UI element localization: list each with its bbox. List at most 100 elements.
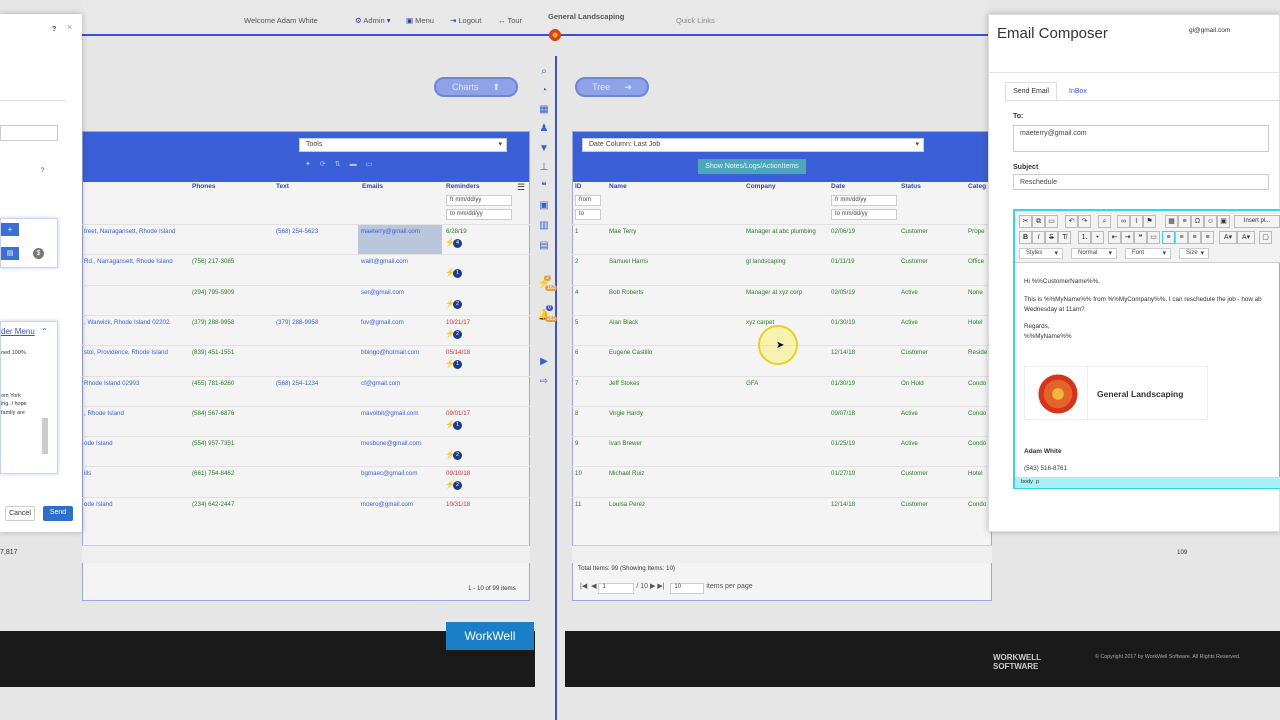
quote-icon[interactable]: ❝	[537, 181, 551, 193]
help-icon[interactable]: ?	[52, 26, 56, 33]
show-notes-button[interactable]: Show Notes/Logs/ActionItems	[698, 159, 806, 174]
insert-placeholder-button[interactable]: Insert pl...	[1234, 215, 1280, 228]
path-p[interactable]: p	[1036, 479, 1039, 485]
date-cell[interactable]: 02/06/19	[831, 228, 855, 235]
date-column-select[interactable]: Date Column: Last Job	[582, 138, 924, 152]
money-icon[interactable]: ▣	[537, 200, 551, 212]
reminder-cell[interactable]: 6/28/19	[446, 228, 467, 235]
address-cell[interactable]: , Rhode Island	[84, 410, 186, 417]
editor-body[interactable]: Hi %%CustomerName%%, This is %%MyName%% …	[1024, 277, 1280, 342]
status-cell[interactable]: Active	[901, 319, 918, 326]
status-cell[interactable]: On Hold	[901, 380, 924, 387]
category-cell[interactable]: Condo	[968, 410, 988, 417]
omega-icon[interactable]: Ω	[1191, 215, 1204, 228]
subject-field[interactable]: Reschedule	[1013, 174, 1269, 190]
reminder-from-filter[interactable]: fr mm/dd/yy	[446, 195, 512, 206]
id-cell[interactable]: 5	[575, 319, 578, 326]
admin-menu[interactable]: ⚙ Admin ▾	[355, 16, 391, 25]
pin-icon[interactable]: ⊥	[537, 162, 551, 174]
id-cell[interactable]: 9	[575, 440, 578, 447]
name-cell[interactable]: Michael Ruiz	[609, 470, 644, 477]
phone-cell[interactable]: (379) 288-9958	[192, 319, 234, 326]
clear-format-icon[interactable]: T̸	[1058, 231, 1071, 244]
paste-icon[interactable]: ▭	[1045, 215, 1058, 228]
email-cell[interactable]: mavolbit@gmail.com	[361, 410, 419, 417]
status-cell[interactable]: Customer	[901, 470, 928, 477]
chart-icon[interactable]: ▥	[537, 220, 551, 232]
italic-icon[interactable]: I	[1032, 231, 1045, 244]
map-icon[interactable]: ▤	[537, 240, 551, 252]
email-cell[interactable]: bgmaec@gmail.com	[361, 470, 418, 477]
category-cell[interactable]: Prope	[968, 228, 988, 235]
find-icon[interactable]: ⌕	[1098, 215, 1111, 228]
category-cell[interactable]: Condo	[968, 380, 988, 387]
status-cell[interactable]: Customer	[901, 258, 928, 265]
per-page-select[interactable]: 10	[670, 583, 705, 594]
help-icon-2[interactable]: ?	[41, 168, 44, 174]
id-cell[interactable]: 11	[575, 501, 581, 508]
workwell-tab[interactable]: WorkWell	[446, 622, 534, 650]
filter-icon[interactable]: ▼	[537, 143, 551, 155]
status-cell[interactable]: Customer	[901, 501, 928, 508]
name-cell[interactable]: Virgie Hardy	[609, 410, 643, 417]
div-icon[interactable]: ▭	[1147, 231, 1160, 244]
col-reminders[interactable]: Reminders	[446, 183, 480, 190]
address-cell[interactable]: stol, Providence, Rhode Island	[84, 349, 186, 356]
align-left-icon[interactable]: ≡	[1162, 231, 1175, 244]
date-cell[interactable]: 01/27/19	[831, 470, 855, 477]
date-cell[interactable]: 01/30/19	[831, 380, 855, 387]
smiley-icon[interactable]: ☺	[1204, 215, 1217, 228]
id-cell[interactable]: 6	[575, 349, 578, 356]
cut-icon[interactable]: ✂	[1019, 215, 1032, 228]
reminder-cell[interactable]: 09/01/17	[446, 410, 470, 417]
pager[interactable]: |◀ ◀ 1 / 10 ▶ ▶| 10 items per page	[580, 582, 753, 594]
bullet-list-icon[interactable]: •	[1091, 231, 1104, 244]
phone-cell[interactable]: (554) 957-7351	[192, 440, 234, 447]
dialog-input[interactable]	[0, 125, 58, 141]
video-icon[interactable]: ▶	[537, 356, 551, 368]
category-cell[interactable]: Hotel	[968, 470, 988, 477]
date-cell[interactable]: 12/14/18	[831, 501, 855, 508]
address-cell[interactable]: Rd., Narragansett, Rhode Island	[84, 258, 186, 265]
date-from-filter[interactable]: fr mm/dd/yy	[831, 195, 897, 206]
copy-icon[interactable]: ⧉	[1032, 215, 1045, 228]
scrollbar[interactable]	[42, 418, 48, 454]
id-cell[interactable]: 1	[575, 228, 578, 235]
outdent-icon[interactable]: ⇤	[1108, 231, 1121, 244]
email-cell[interactable]: maeterry@gmail.com	[361, 228, 420, 235]
numbered-list-icon[interactable]: ⒈	[1078, 231, 1091, 244]
reminder-cell[interactable]: 10/31/18	[446, 501, 470, 508]
col-category[interactable]: Categ	[968, 183, 986, 190]
col-phones[interactable]: Phones	[192, 183, 215, 190]
dollar-icon[interactable]: $	[33, 248, 44, 259]
text-cell[interactable]: (568) 254-1234	[276, 380, 318, 387]
category-cell[interactable]: Reside	[968, 349, 988, 356]
search-icon[interactable]: ⌕	[537, 66, 551, 78]
email-cell[interactable]: walit@gmail.com	[361, 258, 408, 265]
quick-links[interactable]: Quick Links	[676, 16, 715, 25]
date-cell[interactable]: 01/11/19	[831, 258, 855, 265]
id-cell[interactable]: 4	[575, 289, 578, 296]
date-cell[interactable]: 01/25/19	[831, 440, 855, 447]
col-status[interactable]: Status	[901, 183, 921, 190]
add-button[interactable]: +	[1, 223, 19, 236]
brand[interactable]: General Landscaping	[548, 12, 624, 42]
last-page-icon[interactable]: ▶|	[657, 583, 664, 590]
table-icon[interactable]: ▦	[1165, 215, 1178, 228]
cancel-button[interactable]: Cancel	[5, 506, 35, 521]
address-cell[interactable]: ode Island	[84, 501, 186, 508]
close-icon[interactable]: ×	[67, 22, 72, 32]
name-cell[interactable]: Mae Terry	[609, 228, 636, 235]
reminder-to-filter[interactable]: to mm/dd/yy	[446, 209, 512, 220]
reminder-cell[interactable]: 10/21/17	[446, 319, 470, 326]
dashboard-icon[interactable]: ◔	[537, 85, 551, 97]
status-cell[interactable]: Customer	[901, 349, 928, 356]
status-cell[interactable]: Customer	[901, 228, 928, 235]
email-cell[interactable]: cf@gmail.com	[361, 380, 400, 387]
category-cell[interactable]: Hotel	[968, 319, 988, 326]
person-icon[interactable]: ♟	[537, 123, 551, 135]
hr-icon[interactable]: ≡	[1178, 215, 1191, 228]
logout-link[interactable]: ⇥ Logout	[450, 16, 481, 25]
grid-button[interactable]: ▤	[1, 247, 19, 260]
date-cell[interactable]: 12/14/18	[831, 349, 855, 356]
